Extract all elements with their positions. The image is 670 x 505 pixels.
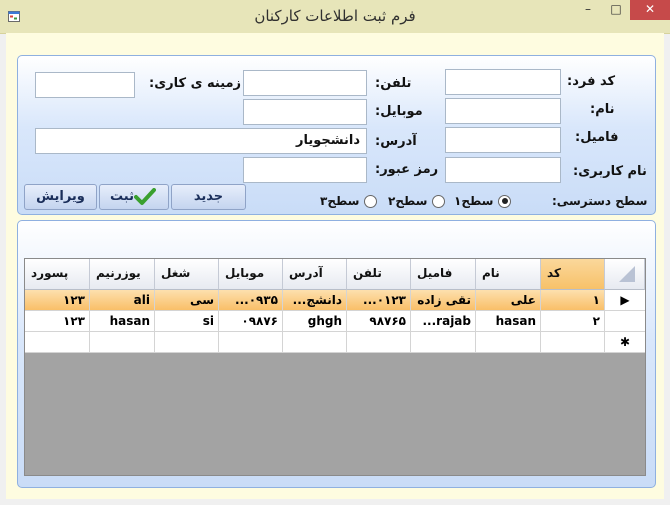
family-label: فامیل: xyxy=(575,130,619,145)
radio-unselected-icon xyxy=(432,194,446,208)
table-row[interactable]: ۱۲۳ ali سی ...۰۹۳۵ ...دانشج ...۰۱۲۳ تقی … xyxy=(25,290,645,311)
access-level-1-radio[interactable]: سطح۱ xyxy=(454,194,515,208)
code-label: کد فرد: xyxy=(567,74,616,89)
code-input[interactable] xyxy=(445,69,561,95)
cell-family[interactable]: تقی زاده xyxy=(411,290,476,311)
password-input[interactable] xyxy=(243,157,367,183)
column-header-code[interactable]: کد xyxy=(541,259,605,290)
close-button[interactable]: ✕ xyxy=(630,0,670,20)
cell-code[interactable]: ۱ xyxy=(541,290,605,311)
name-label: نام: xyxy=(590,102,615,117)
cell-job[interactable]: si xyxy=(155,311,219,332)
column-header-phone[interactable]: تلفن xyxy=(347,259,411,290)
new-row[interactable]: ✱ xyxy=(25,332,645,353)
maximize-button[interactable]: □ xyxy=(603,0,629,20)
new-button[interactable]: جدید xyxy=(171,184,246,210)
radio-selected-icon xyxy=(498,194,512,208)
cell-name[interactable]: hasan xyxy=(476,311,541,332)
password-label: رمز عبور: xyxy=(375,162,439,177)
window-title: فرم ثبت اطلاعات کارکنان xyxy=(254,7,416,25)
edit-button[interactable]: ویرایش xyxy=(24,184,97,210)
cell-phone[interactable] xyxy=(347,332,411,353)
cell-family[interactable] xyxy=(411,332,476,353)
app-window: فرم ثبت اطلاعات کارکنان – □ ✕ کد فرد: نا… xyxy=(0,0,670,505)
select-all-corner[interactable] xyxy=(605,259,645,290)
title-bar: فرم ثبت اطلاعات کارکنان – □ ✕ xyxy=(0,0,670,34)
address-input[interactable]: دانشجویار xyxy=(35,128,367,154)
cell-job[interactable]: سی xyxy=(155,290,219,311)
access-level-3-label: سطح۳ xyxy=(320,194,360,208)
new-row-asterisk-icon[interactable]: ✱ xyxy=(605,332,645,353)
personnel-data-grid[interactable]: پسورد یوزرنیم شغل موبایل آدرس تلفن فامیل… xyxy=(24,258,646,476)
save-button[interactable]: ثبت xyxy=(99,184,169,210)
access-level-3-radio[interactable]: سطح۳ xyxy=(320,194,381,208)
column-header-password[interactable]: پسورد xyxy=(25,259,90,290)
username-input[interactable] xyxy=(445,157,561,183)
cell-username[interactable] xyxy=(90,332,155,353)
radio-unselected-icon xyxy=(364,194,378,208)
column-header-mobile[interactable]: موبایل xyxy=(219,259,283,290)
cell-phone[interactable]: ۹۸۷۶۵ xyxy=(347,311,411,332)
cell-code[interactable]: ۲ xyxy=(541,311,605,332)
access-level-2-label: سطح۲ xyxy=(388,194,428,208)
grid-header-row: پسورد یوزرنیم شغل موبایل آدرس تلفن فامیل… xyxy=(25,259,645,290)
job-label: زمینه ی کاری: xyxy=(149,76,242,91)
name-input[interactable] xyxy=(445,98,561,124)
column-header-name[interactable]: نام xyxy=(476,259,541,290)
cell-password[interactable]: ۱۲۳ xyxy=(25,290,90,311)
cell-address[interactable]: ...دانشج xyxy=(283,290,347,311)
cell-phone[interactable]: ...۰۱۲۳ xyxy=(347,290,411,311)
save-button-label: ثبت xyxy=(110,189,134,204)
username-label: نام کاربری: xyxy=(573,164,647,179)
row-header[interactable] xyxy=(605,311,645,332)
access-level-2-radio[interactable]: سطح۲ xyxy=(388,194,449,208)
personnel-info-panel: کد فرد: نام: فامیل: نام کاربری: تلفن: مو… xyxy=(17,55,656,215)
table-row[interactable]: ۱۲۳ hasan si ۰۹۸۷۶ ghgh ۹۸۷۶۵ ...rajab h… xyxy=(25,311,645,332)
cell-mobile[interactable] xyxy=(219,332,283,353)
column-header-family[interactable]: فامیل xyxy=(411,259,476,290)
family-input[interactable] xyxy=(445,127,561,153)
mobile-input[interactable] xyxy=(243,99,367,125)
cell-family[interactable]: ...rajab xyxy=(411,311,476,332)
cell-password[interactable] xyxy=(25,332,90,353)
checkmark-icon xyxy=(134,188,156,205)
address-label: آدرس: xyxy=(375,134,417,149)
cell-code[interactable] xyxy=(541,332,605,353)
access-level-label: سطح دسترسی: xyxy=(552,194,648,208)
cell-mobile[interactable]: ۰۹۸۷۶ xyxy=(219,311,283,332)
phone-label: تلفن: xyxy=(375,76,412,91)
cell-address[interactable] xyxy=(283,332,347,353)
access-level-1-label: سطح۱ xyxy=(454,194,494,208)
current-row-indicator-icon[interactable]: ▶ xyxy=(605,290,645,311)
phone-input[interactable] xyxy=(243,70,367,96)
cell-name[interactable]: علی xyxy=(476,290,541,311)
column-header-username[interactable]: یوزرنیم xyxy=(90,259,155,290)
cell-username[interactable]: hasan xyxy=(90,311,155,332)
cell-address[interactable]: ghgh xyxy=(283,311,347,332)
cell-name[interactable] xyxy=(476,332,541,353)
mobile-label: موبایل: xyxy=(375,104,423,119)
column-header-address[interactable]: آدرس xyxy=(283,259,347,290)
cell-username[interactable]: ali xyxy=(90,290,155,311)
job-input[interactable] xyxy=(35,72,135,98)
triangle-corner-icon xyxy=(619,266,635,282)
cell-mobile[interactable]: ...۰۹۳۵ xyxy=(219,290,283,311)
column-header-job[interactable]: شغل xyxy=(155,259,219,290)
minimize-button[interactable]: – xyxy=(574,0,602,20)
cell-password[interactable]: ۱۲۳ xyxy=(25,311,90,332)
cell-job[interactable] xyxy=(155,332,219,353)
